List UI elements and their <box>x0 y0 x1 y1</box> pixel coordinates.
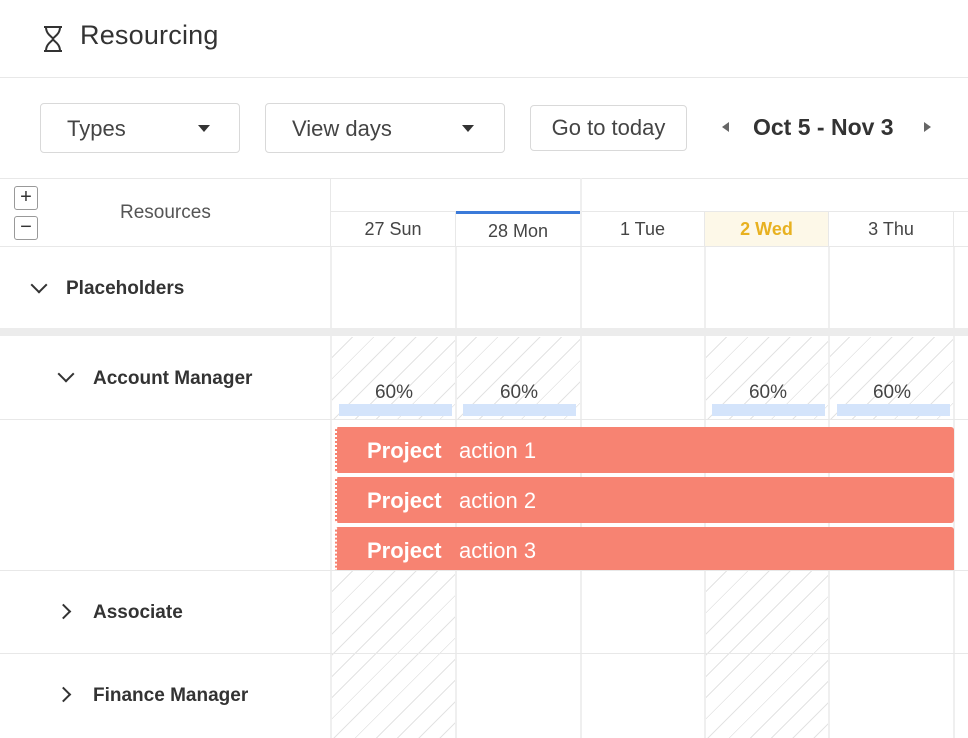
day-header-sun: 27 Sun <box>331 211 456 246</box>
date-range-label: Oct 5 - Nov 3 <box>753 114 894 140</box>
view-days-dropdown[interactable]: View days <box>265 103 505 153</box>
row-label-finance-manager[interactable]: Finance Manager <box>93 685 248 707</box>
allocation-bar <box>339 404 452 416</box>
project-bar[interactable]: Project action 2 <box>335 477 954 523</box>
day-header-thu: 3 Thu <box>829 211 954 246</box>
chevron-right-icon[interactable] <box>55 603 72 620</box>
next-range-icon[interactable] <box>924 122 931 132</box>
project-action: action 2 <box>459 488 537 513</box>
allocation-bar <box>463 404 576 416</box>
grid-hline <box>0 653 968 654</box>
grid-hline <box>0 570 968 571</box>
page-title: Resourcing <box>80 20 219 50</box>
section-divider <box>0 328 968 336</box>
row-label-placeholders[interactable]: Placeholders <box>66 278 184 300</box>
chevron-down-icon[interactable] <box>30 276 48 294</box>
day-header-tue: 1 Tue <box>581 211 705 246</box>
allocation-bar <box>712 404 825 416</box>
grid-vline <box>330 246 332 738</box>
project-action: action 3 <box>459 538 537 563</box>
allocation-bar <box>837 404 950 416</box>
project-bar[interactable]: Project action 3 <box>335 527 954 570</box>
types-dropdown-label: Types <box>67 116 126 141</box>
go-to-today-button[interactable]: Go to today <box>530 105 687 151</box>
collapse-all-button[interactable]: − <box>14 216 38 240</box>
expand-all-button[interactable]: + <box>14 186 38 210</box>
project-name: Project <box>367 538 442 563</box>
grid-hline <box>0 246 968 247</box>
chevron-right-icon[interactable] <box>55 686 72 703</box>
row-label-associate[interactable]: Associate <box>93 602 183 624</box>
day-header-mon: 28 Mon <box>456 211 581 246</box>
caret-down-icon <box>198 125 210 132</box>
day-header-next <box>954 211 968 246</box>
view-days-dropdown-label: View days <box>292 116 392 141</box>
resources-header-label: Resources <box>120 202 211 223</box>
resources-header: + − Resources <box>0 178 331 246</box>
allocation-percent: 60% <box>872 382 912 403</box>
project-bar[interactable]: Project action 1 <box>335 427 954 473</box>
off-day-hatch <box>706 571 829 738</box>
row-label-account-manager[interactable]: Account Manager <box>93 368 252 390</box>
allocation-percent: 60% <box>499 382 539 403</box>
project-name: Project <box>367 438 442 463</box>
allocation-percent: 60% <box>374 382 414 403</box>
grid-hline <box>0 419 968 420</box>
hourglass-icon <box>44 26 62 52</box>
types-dropdown[interactable]: Types <box>40 103 240 153</box>
off-day-hatch <box>332 571 456 738</box>
caret-down-icon <box>462 125 474 132</box>
chevron-down-icon[interactable] <box>57 365 75 383</box>
project-action: action 1 <box>459 438 537 463</box>
project-name: Project <box>367 488 442 513</box>
prev-range-icon[interactable] <box>722 122 729 132</box>
day-header-wed-today: 2 Wed <box>705 211 829 246</box>
allocation-percent: 60% <box>748 382 788 403</box>
page-header: Resourcing <box>0 0 968 78</box>
